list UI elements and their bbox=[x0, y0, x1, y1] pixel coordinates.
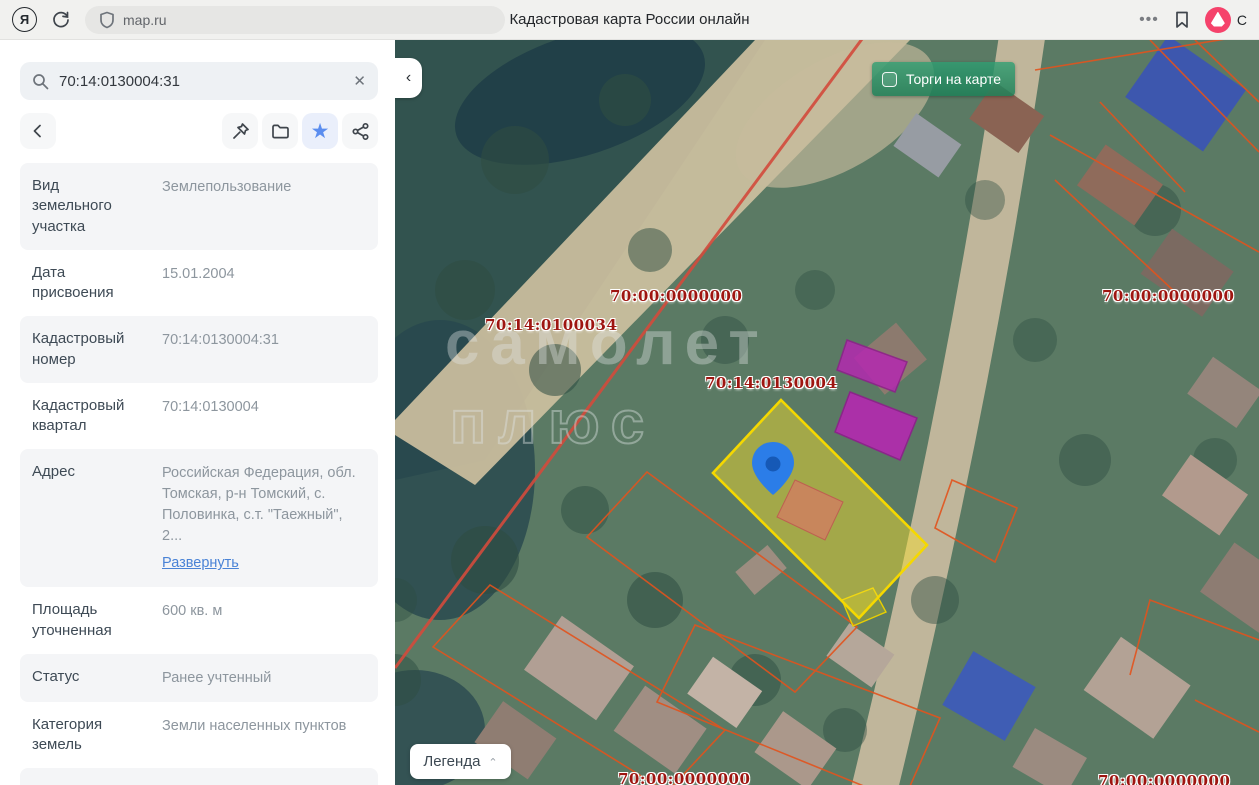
torgi-label: Торги на карте bbox=[906, 71, 1001, 87]
chevron-up-icon: ⌃ bbox=[488, 756, 497, 769]
parcel-fields: Вид земельного участка Землепользование … bbox=[20, 163, 378, 785]
pushpin-icon bbox=[231, 122, 250, 141]
share-button[interactable] bbox=[342, 113, 378, 149]
more-menu-icon[interactable]: ••• bbox=[1139, 11, 1159, 29]
cadastral-label: 70:00:0000000 bbox=[1102, 287, 1234, 305]
chevron-left-icon bbox=[30, 123, 46, 139]
pin-button[interactable] bbox=[222, 113, 258, 149]
favorite-button[interactable]: ★ bbox=[302, 113, 338, 149]
field-row: Статус Ранее учтенный bbox=[20, 654, 378, 702]
torgi-checkbox[interactable] bbox=[882, 72, 897, 87]
legend-label: Легенда bbox=[423, 753, 480, 770]
parcel-info-sidebar: 70:14:0130004:31 ✕ ★ bbox=[0, 40, 395, 785]
clear-search-icon[interactable]: ✕ bbox=[353, 72, 366, 90]
field-row: Вид земельного участка Землепользование bbox=[20, 163, 378, 250]
torgi-toggle-button[interactable]: Торги на карте bbox=[872, 62, 1015, 96]
profile-name-clipped: С bbox=[1237, 12, 1247, 28]
field-row: Кадастровый номер 70:14:0130004:31 bbox=[20, 316, 378, 383]
url-text: map.ru bbox=[123, 12, 167, 28]
browser-toolbar: Я map.ru Кадастровая карта России онлайн… bbox=[0, 0, 1259, 40]
folder-icon bbox=[271, 123, 290, 140]
folder-button[interactable] bbox=[262, 113, 298, 149]
field-row: Кадастровый квартал 70:14:0130004 bbox=[20, 383, 378, 450]
cadastral-label: 70:14:0100034 bbox=[485, 316, 617, 334]
legend-button[interactable]: Легенда ⌃ bbox=[410, 744, 511, 779]
watermark-plus: плюс bbox=[450, 388, 656, 457]
back-button[interactable] bbox=[20, 113, 56, 149]
cadastral-label: 70:00:0000000 bbox=[610, 287, 742, 305]
field-row: Дата присвоения 15.01.2004 bbox=[20, 250, 378, 317]
card-action-row: ★ bbox=[20, 113, 378, 149]
cadastral-map-canvas[interactable]: ‹ Торги на карте самолет плюс 70:00:0000… bbox=[395, 40, 1259, 785]
address-value: Российская Федерация, обл. Томская, р-н … bbox=[162, 465, 356, 544]
refresh-icon[interactable] bbox=[51, 10, 71, 30]
star-icon: ★ bbox=[311, 121, 330, 142]
cadastral-label: 70:00:0000000 bbox=[618, 770, 750, 785]
cadastral-label: 70:14:0130004 bbox=[705, 374, 837, 392]
address-bar[interactable]: map.ru bbox=[85, 6, 505, 34]
search-value: 70:14:0130004:31 bbox=[59, 73, 343, 90]
bookmark-icon[interactable] bbox=[1173, 10, 1191, 30]
yandex-browser-icon[interactable]: Я bbox=[12, 7, 37, 32]
field-row: Вид разрешенного использования Для садов… bbox=[20, 768, 378, 785]
alice-avatar[interactable] bbox=[1205, 7, 1231, 33]
sidebar-collapse-button[interactable]: ‹ bbox=[395, 58, 422, 98]
search-input[interactable]: 70:14:0130004:31 ✕ bbox=[20, 62, 378, 100]
field-row-address: Адрес Российская Федерация, обл. Томская… bbox=[20, 449, 378, 587]
expand-address-link[interactable]: Развернуть bbox=[162, 553, 239, 574]
shield-icon bbox=[99, 11, 115, 29]
field-row: Площадь уточненная 600 кв. м bbox=[20, 587, 378, 654]
search-icon bbox=[32, 73, 49, 90]
share-icon bbox=[351, 122, 370, 141]
field-row: Категория земель Земли населенных пункто… bbox=[20, 702, 378, 769]
cadastral-label: 70:00:0000000 bbox=[1098, 772, 1230, 785]
